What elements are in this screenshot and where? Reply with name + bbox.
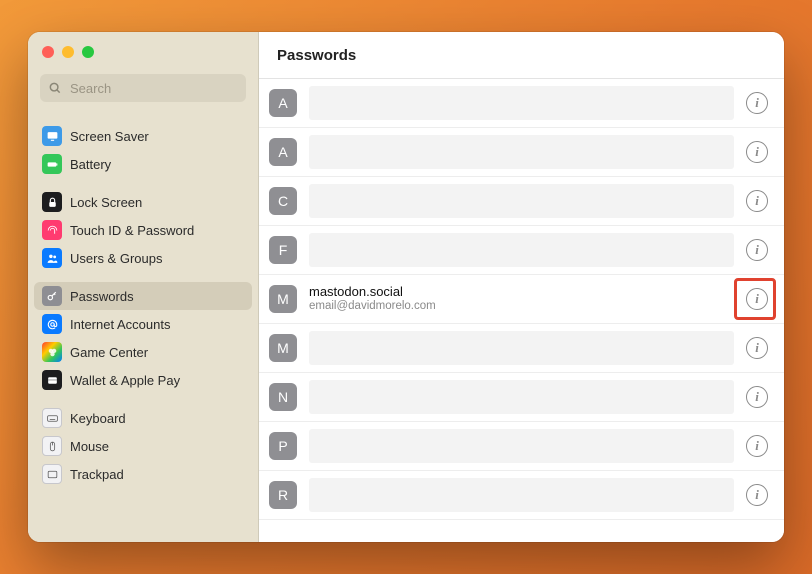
site-letter-badge: F xyxy=(269,236,297,264)
site-letter-badge: A xyxy=(269,89,297,117)
trackpad-icon xyxy=(42,464,62,484)
password-row[interactable]: Mmastodon.socialemail@davidmorelo.com i xyxy=(259,275,784,324)
redacted-entry xyxy=(309,478,734,512)
sidebar-item-label: Wallet & Apple Pay xyxy=(70,373,180,388)
sidebar-item-touch-id-password[interactable]: Touch ID & Password xyxy=(34,216,252,244)
key-icon xyxy=(42,286,62,306)
password-row[interactable]: Mi xyxy=(259,324,784,373)
redacted-entry xyxy=(309,184,734,218)
fingerprint-icon xyxy=(42,220,62,240)
search-icon xyxy=(48,81,62,95)
sidebar-item-label: Keyboard xyxy=(70,411,126,426)
sidebar-item-label: Touch ID & Password xyxy=(70,223,194,238)
info-button[interactable]: i xyxy=(746,141,768,163)
screensaver-icon xyxy=(42,126,62,146)
site-letter-badge: M xyxy=(269,334,297,362)
site-letter-badge: N xyxy=(269,383,297,411)
sidebar-item-label: Internet Accounts xyxy=(70,317,170,332)
sidebar-item-label: Screen Saver xyxy=(70,129,149,144)
zoom-window-button[interactable] xyxy=(82,46,94,58)
site-letter-badge: R xyxy=(269,481,297,509)
main-panel: Passwords AiAiCiFiMmastodon.socialemail@… xyxy=(259,32,784,542)
mouse-icon xyxy=(42,436,62,456)
window-controls xyxy=(28,32,258,66)
sidebar-item-game-center[interactable]: Game Center xyxy=(34,338,252,366)
site-letter-badge: M xyxy=(269,285,297,313)
page-title: Passwords xyxy=(259,32,784,79)
sidebar-item-label: Trackpad xyxy=(70,467,124,482)
password-row[interactable]: Fi xyxy=(259,226,784,275)
redacted-entry xyxy=(309,86,734,120)
password-row[interactable]: Ri xyxy=(259,471,784,520)
keyboard-icon xyxy=(42,408,62,428)
redacted-entry xyxy=(309,429,734,463)
sidebar-item-users-groups[interactable]: Users & Groups xyxy=(34,244,252,272)
site-letter-badge: A xyxy=(269,138,297,166)
wallet-icon xyxy=(42,370,62,390)
sidebar-item-label: Lock Screen xyxy=(70,195,142,210)
password-entry: mastodon.socialemail@davidmorelo.com xyxy=(309,284,734,313)
sidebar-item-passwords[interactable]: Passwords xyxy=(34,282,252,310)
sidebar-item-wallet-apple-pay[interactable]: Wallet & Apple Pay xyxy=(34,366,252,394)
close-window-button[interactable] xyxy=(42,46,54,58)
sidebar: Screen Saver Battery Lock Screen Touch ID &… xyxy=(28,32,259,542)
sidebar-item-label: Game Center xyxy=(70,345,148,360)
battery-icon xyxy=(42,154,62,174)
sidebar-item-screen-saver[interactable]: Screen Saver xyxy=(34,122,252,150)
username: email@davidmorelo.com xyxy=(309,300,734,314)
sidebar-item-label: Passwords xyxy=(70,289,134,304)
info-button[interactable]: i xyxy=(746,288,768,310)
redacted-entry xyxy=(309,135,734,169)
password-row[interactable]: Ai xyxy=(259,128,784,177)
info-button[interactable]: i xyxy=(746,92,768,114)
search-field[interactable] xyxy=(40,74,246,102)
info-button[interactable]: i xyxy=(746,386,768,408)
site-letter-badge: C xyxy=(269,187,297,215)
search-input[interactable] xyxy=(68,80,238,97)
users-icon xyxy=(42,248,62,268)
sidebar-item-battery[interactable]: Battery xyxy=(34,150,252,178)
sidebar-item-label: Battery xyxy=(70,157,111,172)
info-button[interactable]: i xyxy=(746,239,768,261)
sidebar-item-internet-accounts[interactable]: Internet Accounts xyxy=(34,310,252,338)
password-row[interactable]: Ai xyxy=(259,79,784,128)
minimize-window-button[interactable] xyxy=(62,46,74,58)
site-letter-badge: P xyxy=(269,432,297,460)
info-button[interactable]: i xyxy=(746,337,768,359)
sidebar-item-lock-screen[interactable]: Lock Screen xyxy=(34,188,252,216)
sidebar-item-label: Users & Groups xyxy=(70,251,162,266)
lock-icon xyxy=(42,192,62,212)
redacted-entry xyxy=(309,233,734,267)
sidebar-item-trackpad[interactable]: Trackpad xyxy=(34,460,252,488)
site-name: mastodon.social xyxy=(309,284,734,300)
password-row[interactable]: Ci xyxy=(259,177,784,226)
sidebar-nav: Screen Saver Battery Lock Screen Touch ID &… xyxy=(28,112,258,542)
sidebar-item-keyboard[interactable]: Keyboard xyxy=(34,404,252,432)
sidebar-item-label: Mouse xyxy=(70,439,109,454)
info-button[interactable]: i xyxy=(746,190,768,212)
info-button[interactable]: i xyxy=(746,435,768,457)
passwords-list[interactable]: AiAiCiFiMmastodon.socialemail@davidmorel… xyxy=(259,79,784,542)
gamecenter-icon xyxy=(42,342,62,362)
info-button[interactable]: i xyxy=(746,484,768,506)
redacted-entry xyxy=(309,380,734,414)
password-row[interactable]: Pi xyxy=(259,422,784,471)
at-icon xyxy=(42,314,62,334)
password-row[interactable]: Ni xyxy=(259,373,784,422)
system-settings-window: Screen Saver Battery Lock Screen Touch ID &… xyxy=(28,32,784,542)
redacted-entry xyxy=(309,331,734,365)
sidebar-item-mouse[interactable]: Mouse xyxy=(34,432,252,460)
